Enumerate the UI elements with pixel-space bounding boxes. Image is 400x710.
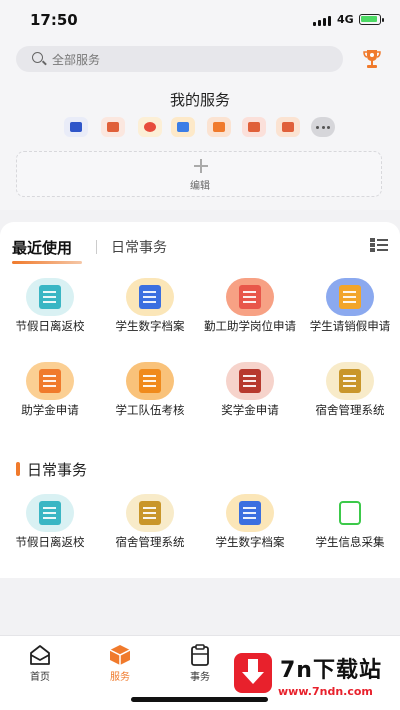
service-item[interactable]: 勤工助学岗位申请 bbox=[200, 278, 300, 334]
service-item[interactable]: 宿舍管理系统 bbox=[300, 362, 400, 418]
search-placeholder: 全部服务 bbox=[52, 53, 101, 67]
dormitory-icon bbox=[126, 494, 174, 532]
home-icon bbox=[30, 645, 50, 665]
service-label: 勤工助学岗位申请 bbox=[204, 319, 296, 333]
service-label: 学生数字档案 bbox=[215, 535, 285, 549]
tab-affairs-label: 事务 bbox=[190, 672, 210, 683]
service-item[interactable]: 学生请销假申请 bbox=[300, 278, 400, 334]
dormitory-icon bbox=[326, 362, 374, 400]
service-label: 学工队伍考核 bbox=[115, 403, 185, 417]
tab-divider bbox=[96, 240, 97, 254]
leave-form-icon bbox=[26, 494, 74, 532]
service-label: 节假日离返校 bbox=[15, 535, 85, 549]
tab-service-label: 服务 bbox=[110, 672, 130, 683]
tab-recent[interactable]: 最近使用 bbox=[12, 237, 72, 258]
megaphone-icon[interactable] bbox=[64, 117, 88, 137]
network-type: 4G bbox=[337, 13, 354, 26]
signal-icon bbox=[313, 15, 333, 26]
service-label: 学生数字档案 bbox=[115, 319, 185, 333]
tab-affairs[interactable]: 事务 bbox=[170, 644, 230, 683]
search-input[interactable]: 全部服务 bbox=[16, 46, 343, 72]
clipboard-icon bbox=[191, 644, 209, 666]
watermark-url: www.7ndn.com bbox=[278, 685, 373, 698]
service-label: 助学金申请 bbox=[21, 403, 79, 417]
service-item[interactable]: 宿舍管理系统 bbox=[100, 494, 200, 550]
bag-icon bbox=[326, 278, 374, 316]
service-label: 宿舍管理系统 bbox=[115, 535, 185, 549]
my-services-title: 我的服务 bbox=[169, 91, 230, 109]
bag-icon[interactable] bbox=[171, 117, 195, 137]
archive-icon bbox=[226, 494, 274, 532]
tab-daily[interactable]: 日常事务 bbox=[111, 237, 167, 257]
more-icon[interactable] bbox=[311, 117, 335, 137]
service-box-icon bbox=[109, 645, 131, 665]
grant-icon bbox=[26, 362, 74, 400]
service-item[interactable]: 学工队伍考核 bbox=[100, 362, 200, 418]
service-item[interactable]: 学生数字档案 bbox=[200, 494, 300, 550]
status-bar: 17:50 4G bbox=[0, 0, 400, 40]
daily-section-title: 日常事务 bbox=[27, 461, 88, 479]
tab-service[interactable]: 服务 bbox=[90, 644, 150, 683]
my-services-icons bbox=[64, 117, 354, 139]
service-label: 节假日离返校 bbox=[15, 319, 85, 333]
service-label: 宿舍管理系统 bbox=[315, 403, 385, 417]
leave-form-icon bbox=[26, 278, 74, 316]
edit-services-button[interactable]: 编辑 bbox=[16, 151, 382, 197]
service-label: 奖学金申请 bbox=[221, 403, 279, 417]
archive-icon bbox=[126, 278, 174, 316]
card-icon[interactable] bbox=[207, 117, 231, 137]
download-icon bbox=[234, 653, 272, 693]
scholarship-icon bbox=[226, 362, 274, 400]
service-item[interactable]: 助学金申请 bbox=[0, 362, 100, 418]
tab-active-underline bbox=[12, 261, 82, 264]
top-area: 全部服务 我的服务 编辑 bbox=[0, 40, 400, 210]
list-view-icon[interactable] bbox=[370, 238, 388, 252]
certificate-icon[interactable] bbox=[242, 117, 266, 137]
plus-icon bbox=[194, 159, 208, 173]
service-item[interactable]: 学生信息采集 bbox=[300, 494, 400, 550]
status-time: 17:50 bbox=[30, 11, 78, 29]
trophy-icon[interactable] bbox=[362, 48, 382, 70]
camera-icon[interactable] bbox=[138, 117, 162, 137]
service-item[interactable]: 节假日离返校 bbox=[0, 494, 100, 550]
tab-home-label: 首页 bbox=[30, 672, 50, 683]
service-label: 学生请销假申请 bbox=[309, 319, 391, 333]
search-icon bbox=[32, 52, 43, 63]
info-collect-icon bbox=[326, 494, 374, 532]
home-indicator bbox=[131, 697, 268, 702]
id-card-icon[interactable] bbox=[276, 117, 300, 137]
battery-icon bbox=[359, 14, 384, 25]
checklist-icon bbox=[126, 362, 174, 400]
tab-home[interactable]: 首页 bbox=[10, 644, 70, 683]
service-item[interactable]: 学生数字档案 bbox=[100, 278, 200, 334]
edit-label: 编辑 bbox=[190, 181, 210, 192]
work-study-icon bbox=[226, 278, 274, 316]
section-accent-bar bbox=[16, 462, 20, 476]
service-item[interactable]: 奖学金申请 bbox=[200, 362, 300, 418]
service-item[interactable]: 节假日离返校 bbox=[0, 278, 100, 334]
document-icon[interactable] bbox=[101, 117, 125, 137]
services-card: 最近使用 日常事务 节假日离返校 学生数字档案 勤工助学岗位申请 学生请销假申请… bbox=[0, 222, 400, 578]
service-label: 学生信息采集 bbox=[315, 535, 385, 549]
watermark-title: 7n下载站 bbox=[280, 658, 382, 683]
